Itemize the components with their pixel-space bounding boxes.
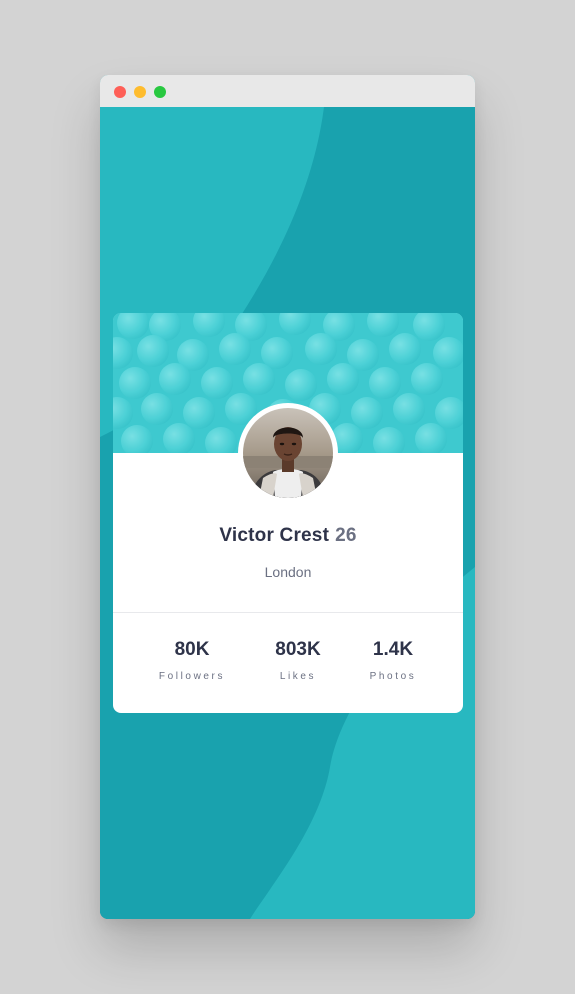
profile-age: 26 [335,525,357,546]
stat-label: Likes [279,671,317,682]
maximize-window-button[interactable] [154,86,166,98]
stat-value: 80K [174,639,210,660]
title-bar [100,75,475,107]
stat-value: 803K [275,639,321,660]
stat-label: Followers [158,671,226,682]
avatar[interactable] [243,408,333,498]
browser-window: Victor Crest 26 London 80K Followers 803K… [100,75,475,919]
avatar-photo-icon [243,408,333,498]
stat-label: Photos [369,671,417,682]
minimize-window-button[interactable] [134,86,146,98]
stat-followers: 80K Followers [137,639,247,682]
profile-card: Victor Crest 26 London 80K Followers 803K… [113,313,463,713]
stat-value: 1.4K [372,639,414,660]
profile-location: London [264,564,312,580]
profile-name-row: Victor Crest 26 [113,525,463,547]
stat-photos: 1.4K Photos [338,639,448,682]
close-window-button[interactable] [114,86,126,98]
card-divider [113,612,463,613]
profile-name: Victor Crest [219,525,330,546]
page-viewport: Victor Crest 26 London 80K Followers 803K… [100,107,475,919]
stat-likes: 803K Likes [243,639,353,682]
avatar-frame [238,403,338,503]
